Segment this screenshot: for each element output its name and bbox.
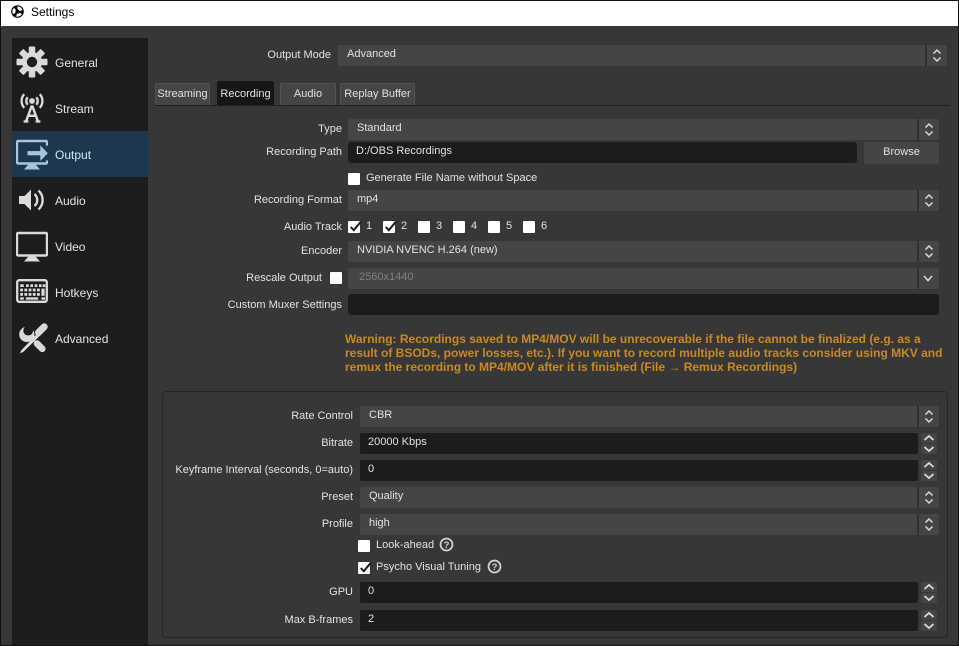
svg-text:?: ? (444, 540, 450, 551)
svg-text:?: ? (492, 562, 498, 573)
